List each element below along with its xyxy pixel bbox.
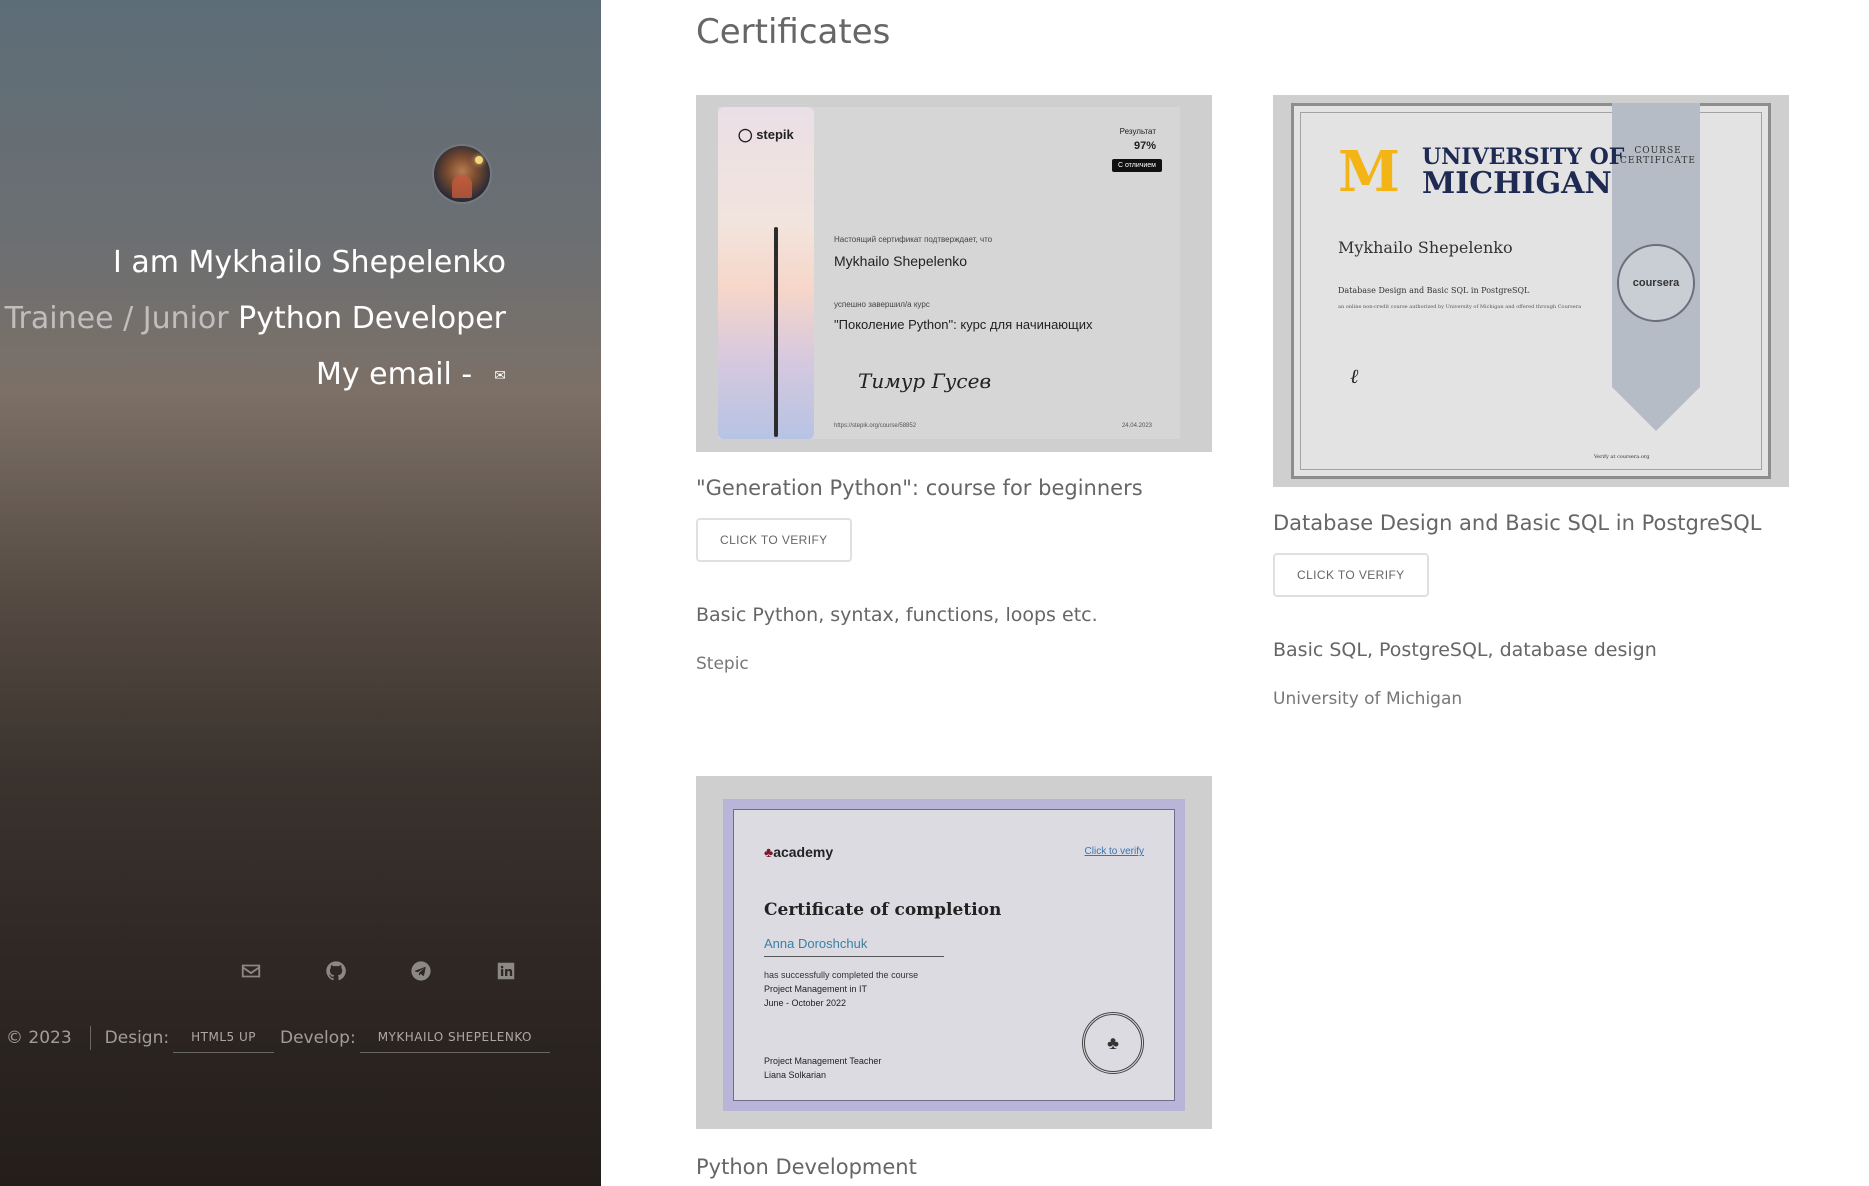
certificate-image[interactable]: M UNIVERSITY OF MICHIGAN COURSE CERTIFIC… — [1273, 95, 1789, 487]
cert-course: Database Design and Basic SQL in Postgre… — [1338, 286, 1530, 295]
stepik-logo-text: stepik — [756, 127, 794, 142]
result-value: 97% — [1133, 140, 1156, 152]
cert-note: an online non-credit course authorized b… — [1338, 304, 1582, 310]
cert-verify-link[interactable]: Click to verify — [1085, 846, 1144, 857]
cert-course: Project Management in IT — [764, 984, 868, 994]
cert-dates: June - October 2022 — [764, 998, 847, 1008]
signature: ℓ — [1350, 364, 1359, 388]
avatar[interactable] — [434, 146, 490, 202]
academy-logo-icon: ♣ — [764, 844, 774, 860]
certificate-title: Database Design and Basic SQL in Postgre… — [1273, 511, 1762, 535]
linkedin-icon[interactable] — [463, 958, 548, 984]
email-label: My email - — [315, 357, 473, 392]
intro-role-level: Trainee / Junior — [4, 301, 229, 336]
cert-statement: Настоящий сертификат подтверждает, что — [834, 235, 993, 244]
certificate-image[interactable]: ◯ stepik Результат 97% С отличием Настоя… — [696, 95, 1212, 452]
coursera-seal: coursera — [1617, 244, 1695, 322]
section-title: Certificates — [696, 12, 891, 52]
teacher-role: Project Management Teacher — [764, 1056, 882, 1066]
teacher-name: Liana Solkarian — [764, 1070, 827, 1080]
intro-role: Trainee / Junior Python Developer — [5, 301, 506, 336]
footer: © 2023 Design: HTML5 UP Develop: MYKHAIL… — [6, 1022, 556, 1053]
name-underline — [764, 956, 944, 957]
result-badge: С отличием — [1111, 159, 1162, 172]
certificate-issuer: Stepic — [696, 654, 749, 674]
university-name-line2: MICHIGAN — [1422, 166, 1612, 201]
stepik-logo: ◯ stepik — [738, 127, 794, 143]
cert-url: https://stepik.org/course/58852 — [834, 423, 917, 429]
develop-link[interactable]: MYKHAILO SHEPELENKO — [359, 1022, 550, 1053]
certificate-title: "Generation Python": course for beginner… — [696, 476, 1143, 500]
certificate-issuer: University of Michigan — [1273, 689, 1463, 709]
certificate-image[interactable]: ♣academy Click to verify Certificate of … — [696, 776, 1212, 1129]
certificate-description: Basic SQL, PostgreSQL, database design — [1273, 639, 1657, 661]
intro-role-title: Python Developer — [238, 301, 506, 336]
github-icon[interactable] — [293, 958, 378, 984]
cert-recipient: Mykhailo Shepelenko — [834, 253, 968, 269]
certificate-title: Python Development — [696, 1155, 917, 1179]
telegram-icon[interactable] — [378, 958, 463, 984]
cert-recipient: Anna Doroshchuk — [764, 936, 868, 951]
main-content: Certificates ◯ stepik Результат 97% С от… — [601, 0, 1869, 1186]
intro-name: I am Mykhailo Shepelenko — [113, 245, 506, 280]
certificate-card: M UNIVERSITY OF MICHIGAN COURSE CERTIFIC… — [1273, 95, 1789, 709]
academy-seal-icon: ♣ — [1082, 1012, 1144, 1074]
sidebar: I am Mykhailo Shepelenko Trainee / Junio… — [0, 0, 601, 1186]
certificate-card: ♣academy Click to verify Certificate of … — [696, 776, 1212, 1179]
academy-logo: ♣academy — [764, 844, 833, 860]
result-label: Результат — [1119, 127, 1156, 136]
stepik-logo-icon: ◯ — [738, 127, 753, 142]
signature: Тимур Гусев — [858, 369, 992, 393]
intro-email: My email - ✉ — [316, 357, 506, 392]
develop-label: Develop: — [279, 1027, 356, 1048]
cert-verify-text: Verify at coursera.org — [1594, 454, 1650, 460]
decorative-strip — [718, 107, 814, 439]
design-link[interactable]: HTML5 UP — [173, 1022, 274, 1053]
course-certificate-label: COURSE CERTIFICATE — [1620, 146, 1696, 166]
certificate-paper: ◯ stepik Результат 97% С отличием Настоя… — [718, 107, 1180, 439]
cert-heading: Certificate of completion — [764, 900, 1002, 920]
cert-completed: has successfully completed the course — [764, 970, 919, 980]
certificate-description: Basic Python, syntax, functions, loops e… — [696, 604, 1098, 626]
footer-divider — [89, 1025, 91, 1050]
copyright: © 2023 — [6, 1027, 72, 1048]
certificate-card: ◯ stepik Результат 97% С отличием Настоя… — [696, 95, 1212, 674]
design-label: Design: — [104, 1027, 170, 1048]
cert-date: 24.04.2023 — [1121, 423, 1152, 429]
envelope-icon[interactable]: ✉ — [494, 368, 506, 384]
michigan-logo-icon: M — [1338, 139, 1400, 205]
social-links — [208, 958, 548, 984]
cert-course: "Поколение Python": курс для начинающих — [834, 317, 1093, 332]
certificate-frame: ♣academy Click to verify Certificate of … — [723, 799, 1185, 1111]
verify-button[interactable]: CLICK TO VERIFY — [1273, 553, 1429, 597]
academy-logo-text: academy — [773, 844, 834, 860]
certificate-paper: M UNIVERSITY OF MICHIGAN COURSE CERTIFIC… — [1291, 103, 1771, 479]
certificate-paper: ♣academy Click to verify Certificate of … — [733, 809, 1175, 1101]
cert-recipient: Mykhailo Shepelenko — [1338, 238, 1513, 257]
verify-button[interactable]: CLICK TO VERIFY — [696, 518, 852, 562]
envelope-icon[interactable] — [208, 958, 293, 984]
cert-completed: успешно завершил/а курс — [834, 300, 930, 309]
